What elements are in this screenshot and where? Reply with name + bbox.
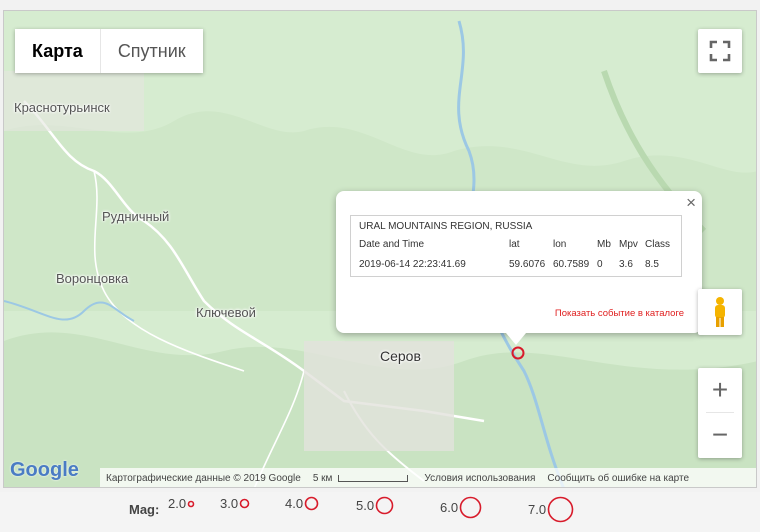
value-datetime: 2019-06-14 22:23:41.69 <box>359 259 466 270</box>
legend-item-label: 5.0 <box>356 498 375 513</box>
legend-item: 3.0 <box>220 496 250 511</box>
header-mpv: Mpv <box>619 239 638 250</box>
legend-circle-icon <box>459 496 482 519</box>
catalog-link[interactable]: Показать событие в каталоге <box>555 308 684 319</box>
event-table: URAL MOUNTAINS REGION, RUSSIA Date and T… <box>350 215 682 277</box>
google-logo: Google <box>10 459 79 481</box>
legend-item: 6.0 <box>440 496 482 519</box>
attribution-data: Картографические данные © 2019 Google <box>106 472 301 484</box>
fullscreen-button[interactable] <box>698 29 742 73</box>
legend-item: 4.0 <box>285 496 319 511</box>
legend-circle-icon <box>187 500 195 507</box>
scale-label: 5 км <box>312 472 333 484</box>
value-mpv: 3.6 <box>619 259 633 270</box>
legend-item: 2.0 <box>168 496 195 511</box>
place-vorontsovka: Воронцовка <box>56 271 129 286</box>
tab-map[interactable]: Карта <box>15 29 100 73</box>
scale-bar <box>338 474 409 482</box>
map-widget: Карта Спутник Краснотурьинск Рудничный В… <box>0 0 760 532</box>
legend-item-label: 6.0 <box>440 500 459 515</box>
legend-circle-icon <box>239 498 250 509</box>
legend-item-label: 4.0 <box>285 496 304 511</box>
legend-circle-icon <box>304 496 319 511</box>
event-popup: × URAL MOUNTAINS REGION, RUSSIA Date and… <box>336 191 702 345</box>
place-krasnoturinsk: Краснотурьинск <box>14 100 110 115</box>
legend-label: Mag: <box>129 502 160 517</box>
fullscreen-icon <box>709 40 731 62</box>
zoom-out-button[interactable]: − <box>698 413 742 457</box>
header-lon: lon <box>553 239 567 250</box>
place-klyuchevoy: Ключевой <box>196 305 256 320</box>
map-canvas[interactable]: Карта Спутник Краснотурьинск Рудничный В… <box>3 10 757 488</box>
value-lon: 60.7589 <box>553 259 590 270</box>
legend-item: 7.0 <box>528 496 574 523</box>
value-mb: 0 <box>597 259 603 270</box>
value-class: 8.5 <box>645 259 659 270</box>
header-mb: Mb <box>597 239 611 250</box>
legend-item-label: 7.0 <box>528 502 547 517</box>
map-type-tabs: Карта Спутник <box>15 29 203 73</box>
legend-item-label: 3.0 <box>220 496 239 511</box>
earthquake-marker[interactable] <box>509 344 527 362</box>
legend-item: 5.0 <box>356 496 394 515</box>
place-rudnichny: Рудничный <box>102 209 170 224</box>
zoom-in-button[interactable]: + <box>698 368 742 412</box>
header-class: Class <box>645 239 671 250</box>
tab-satellite[interactable]: Спутник <box>99 29 203 73</box>
report-error-link[interactable]: Сообщить об ошибке на карте <box>541 473 695 484</box>
pegman-button[interactable] <box>698 289 742 335</box>
popup-close-button[interactable]: × <box>686 193 696 213</box>
zoom-control: + − <box>698 368 742 458</box>
place-serov: Серов <box>380 348 421 364</box>
event-region: URAL MOUNTAINS REGION, RUSSIA <box>359 221 533 232</box>
header-lat: lat <box>509 239 520 250</box>
legend-circle-icon <box>547 496 574 523</box>
value-lat: 59.6076 <box>509 259 546 270</box>
legend-item-label: 2.0 <box>168 496 187 511</box>
terms-link[interactable]: Условия использования <box>418 473 541 484</box>
header-datetime: Date and Time <box>359 239 425 250</box>
pegman-icon <box>715 297 725 327</box>
magnitude-legend: Mag: 2.0 3.0 4.0 5.0 6.0 7.0 <box>0 492 760 532</box>
map-attribution: Картографические данные © 2019 Google 5 … <box>100 468 756 487</box>
legend-circle-icon <box>375 496 394 515</box>
